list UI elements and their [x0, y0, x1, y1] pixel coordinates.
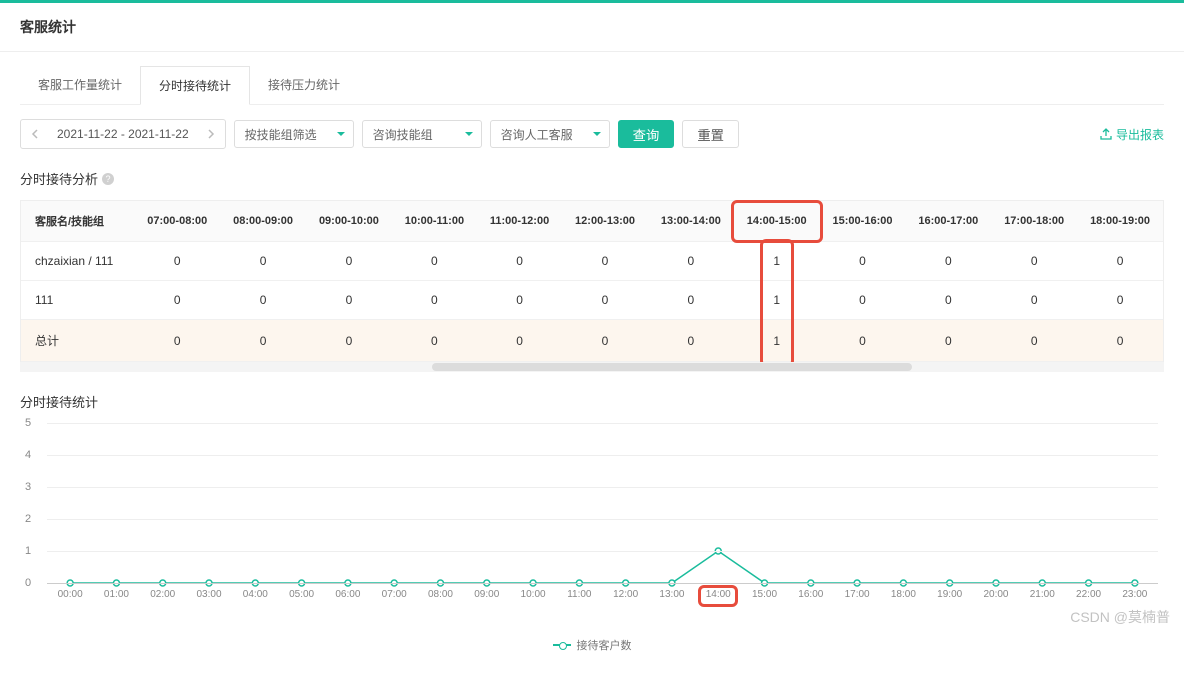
table-scrollbar[interactable]: [20, 362, 1164, 372]
skill-filter-select[interactable]: 按技能组筛选: [234, 120, 354, 148]
tab-1[interactable]: 分时接待统计: [140, 66, 250, 105]
chart-section: 分时接待统计 01234500:0001:0002:0003:0004:0005…: [20, 392, 1164, 653]
table-header: 08:00-09:00: [220, 201, 306, 242]
date-prev-button[interactable]: [21, 120, 49, 148]
info-icon[interactable]: ?: [102, 173, 114, 185]
chevron-right-icon: [207, 129, 215, 139]
line-chart: 01234500:0001:0002:0003:0004:0005:0006:0…: [46, 423, 1158, 613]
table-header: 18:00-19:00: [1077, 201, 1163, 242]
table-header: 07:00-08:00: [134, 201, 220, 242]
export-button[interactable]: 导出报表: [1100, 126, 1164, 143]
table-header: 15:00-16:00: [820, 201, 906, 242]
table-row: chzaixian / 111000000010000: [21, 242, 1163, 281]
skill-group-select[interactable]: 咨询技能组: [362, 120, 482, 148]
table-header: 11:00-12:00: [477, 201, 562, 242]
table-header: 10:00-11:00: [392, 201, 477, 242]
chart-legend: 接待客户数: [20, 637, 1164, 653]
table-header: 16:00-17:00: [905, 201, 991, 242]
table-header: 17:00-18:00: [991, 201, 1077, 242]
agent-select[interactable]: 咨询人工客服: [490, 120, 610, 148]
export-label: 导出报表: [1116, 126, 1164, 143]
date-range-text: 2021-11-22 - 2021-11-22: [49, 120, 197, 148]
page-title: 客服统计: [0, 3, 1184, 52]
filter-bar: 2021-11-22 - 2021-11-22 按技能组筛选 咨询技能组 咨询人…: [20, 105, 1164, 163]
tab-0[interactable]: 客服工作量统计: [20, 66, 140, 104]
chevron-left-icon: [31, 129, 39, 139]
table-header: 12:00-13:00: [562, 201, 648, 242]
table-row: 111000000010000: [21, 281, 1163, 320]
date-next-button[interactable]: [197, 120, 225, 148]
analysis-table: 客服名/技能组07:00-08:0008:00-09:0009:00-10:00…: [20, 200, 1164, 363]
reset-button[interactable]: 重置: [682, 120, 739, 148]
analysis-title: 分时接待分析 ?: [20, 169, 1164, 188]
tab-2[interactable]: 接待压力统计: [250, 66, 358, 104]
table-header: 客服名/技能组: [21, 201, 134, 242]
stats-title: 分时接待统计: [20, 392, 1164, 411]
table-header: 09:00-10:00: [306, 201, 392, 242]
legend-swatch: [553, 644, 571, 646]
table-header: 14:00-15:00: [734, 201, 820, 242]
legend-label: 接待客户数: [577, 637, 632, 653]
export-icon: [1100, 128, 1112, 140]
table-header: 13:00-14:00: [648, 201, 734, 242]
tabs: 客服工作量统计分时接待统计接待压力统计: [20, 66, 1164, 105]
date-range-picker[interactable]: 2021-11-22 - 2021-11-22: [20, 119, 226, 149]
query-button[interactable]: 查询: [618, 120, 675, 148]
table-row: 总计000000010000: [21, 320, 1163, 362]
